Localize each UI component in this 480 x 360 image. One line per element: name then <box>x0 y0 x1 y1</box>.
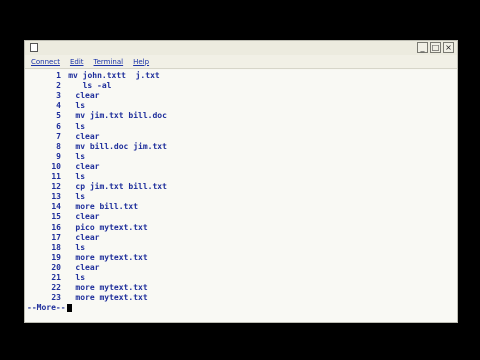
line-number: 10 <box>51 161 61 171</box>
history-line: 11 ls <box>25 172 85 182</box>
title-bar[interactable]: _ □ × <box>25 41 457 56</box>
menu-bar: Connect Edit Terminal Help <box>25 55 457 69</box>
history-line: 23 more mytext.txt <box>25 293 148 303</box>
maximize-button[interactable]: □ <box>430 42 441 53</box>
command-text: more bill.txt <box>75 202 139 212</box>
more-prompt-text: --More-- <box>27 303 66 313</box>
history-line: 9 ls <box>25 152 85 162</box>
command-text: ls <box>75 172 86 181</box>
command-text: more mytext.txt <box>75 293 148 303</box>
command-text: ls <box>75 121 86 131</box>
terminal-output[interactable]: 1 mv john.txtt j.txt 2 ls -al 3 clear 4 ls 5 mv j… <box>25 70 457 322</box>
line-number: 15 <box>51 212 61 222</box>
line-number: 6 <box>56 121 61 131</box>
line-number: 14 <box>51 202 61 212</box>
history-line: 5 mv jim.txt bill.doc <box>25 111 167 121</box>
line-number: 21 <box>51 273 61 282</box>
history-line: 12 cp jim.txt bill.txt <box>25 182 167 192</box>
history-line: 19 more mytext.txt <box>25 252 148 263</box>
line-number: 20 <box>51 262 61 272</box>
close-button[interactable]: × <box>443 42 454 53</box>
line-number: 3 <box>56 91 61 101</box>
history-line: 15 clear <box>25 212 99 222</box>
command-text: mv john.txtt j.txt <box>68 71 160 80</box>
line-number: 11 <box>51 172 61 181</box>
history-line: 13 ls <box>25 192 85 202</box>
history-line: 22 more mytext.txt <box>25 283 148 293</box>
menu-terminal[interactable]: Terminal <box>94 58 124 66</box>
history-line: 14 more bill.txt <box>25 202 138 212</box>
line-number: 7 <box>56 131 61 141</box>
command-text: clear <box>75 212 100 222</box>
command-text: ls <box>75 273 86 282</box>
line-number: 8 <box>56 141 61 151</box>
command-text: ls <box>75 151 86 161</box>
window-controls: _ □ × <box>417 42 454 53</box>
history-line: 1 mv john.txtt j.txt <box>25 71 160 81</box>
terminal-app-icon[interactable] <box>30 43 38 52</box>
line-number: 4 <box>56 101 61 111</box>
text-cursor <box>66 304 72 313</box>
line-number: 23 <box>51 293 61 303</box>
line-number: 19 <box>51 252 61 262</box>
menu-connect[interactable]: Connect <box>31 58 60 66</box>
history-line: 3 clear <box>25 91 99 101</box>
command-text: ls <box>75 192 86 202</box>
command-text: ls <box>75 242 86 252</box>
line-number: 22 <box>51 283 61 293</box>
command-text: clear <box>75 91 100 101</box>
command-text: mv jim.txt bill.doc <box>75 111 167 121</box>
command-text: clear <box>75 232 100 242</box>
command-text: clear <box>75 131 100 141</box>
minimize-button[interactable]: _ <box>417 42 428 53</box>
history-line: 6 ls <box>25 122 85 132</box>
command-text: ls -al <box>82 81 112 91</box>
command-text: clear <box>75 262 100 272</box>
command-text: more mytext.txt <box>75 283 148 293</box>
history-line: 20 clear <box>25 263 99 273</box>
command-text: more mytext.txt <box>75 252 148 262</box>
line-number: 17 <box>51 232 61 242</box>
menu-edit[interactable]: Edit <box>70 58 84 66</box>
line-number: 5 <box>56 111 61 121</box>
history-line: 18 ls <box>25 243 85 253</box>
command-text: pico mytext.txt <box>75 222 148 232</box>
history-line: 16 pico mytext.txt <box>25 222 148 233</box>
history-line: 2 ls -al <box>25 81 112 91</box>
history-line: 17 clear <box>25 233 99 243</box>
command-text: cp jim.txt bill.txt <box>75 182 167 192</box>
more-prompt: --More-- <box>27 303 72 313</box>
line-number: 18 <box>51 242 61 252</box>
history-line: 10 clear <box>25 162 99 172</box>
history-line: 21 ls <box>25 273 85 283</box>
line-number: 16 <box>51 222 61 232</box>
line-number: 9 <box>56 151 61 161</box>
history-line: 4 ls <box>25 101 85 111</box>
line-number: 13 <box>51 192 61 202</box>
command-text: mv bill.doc jim.txt <box>75 141 167 151</box>
history-line: 8 mv bill.doc jim.txt <box>25 142 167 152</box>
line-number: 12 <box>51 182 61 192</box>
history-line: 7 clear <box>25 132 99 142</box>
line-number: 2 <box>56 81 61 91</box>
terminal-window: _ □ × Connect Edit Terminal Help 1 mv joh… <box>24 40 458 323</box>
line-number: 1 <box>56 71 61 80</box>
command-text: ls <box>75 101 86 111</box>
menu-help[interactable]: Help <box>133 58 149 66</box>
command-text: clear <box>75 161 100 171</box>
